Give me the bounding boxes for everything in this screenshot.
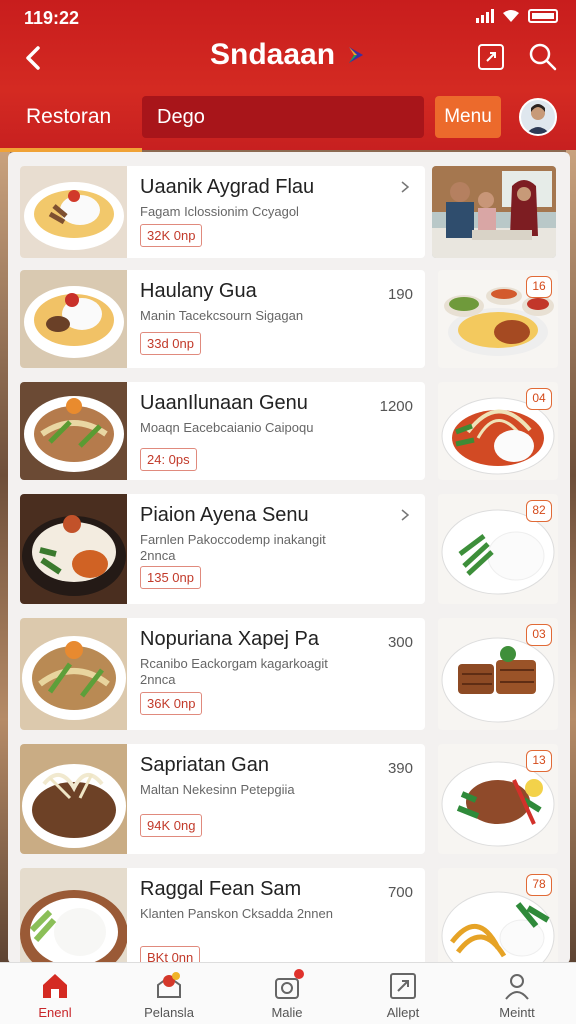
receipt-icon bbox=[388, 971, 418, 1001]
price-tag: 135 0np bbox=[140, 566, 201, 589]
chevron-right-icon[interactable] bbox=[399, 180, 411, 194]
menu-card[interactable]: Piaion Ayena Senu Farnlen Pakoccodemp in… bbox=[20, 494, 425, 604]
brand-logo-icon bbox=[349, 47, 364, 63]
share-icon[interactable] bbox=[478, 44, 504, 70]
nav-label: Allept bbox=[386, 1005, 420, 1020]
food-side-image: 04 bbox=[438, 382, 558, 480]
offer-icon bbox=[154, 971, 184, 1001]
page-title: Sndaaan bbox=[210, 38, 336, 71]
restaurant-photo bbox=[432, 166, 556, 258]
list-item: UaanIlunaan Genu Moaqn Eacebcaianio Caip… bbox=[8, 382, 570, 480]
food-thumbnail bbox=[20, 270, 127, 368]
item-name: Raggal Fean Sam bbox=[140, 878, 302, 900]
tab-restoran[interactable]: Restoran bbox=[26, 105, 111, 129]
item-badge: 04 bbox=[526, 388, 552, 410]
menu-card[interactable]: Uaanik Aygrad Flau Fagam Iclossionim Ccy… bbox=[20, 166, 425, 258]
battery-icon bbox=[528, 9, 558, 23]
item-description: Farnlen Pakoccodemp inakangit 2nnca bbox=[140, 532, 326, 563]
nav-receipt[interactable]: Allept bbox=[358, 971, 448, 1020]
menu-button[interactable]: Menu bbox=[435, 96, 501, 138]
food-side-image: 16 bbox=[438, 270, 558, 368]
status-bar: 119:22 bbox=[0, 0, 576, 34]
menu-card[interactable]: UaanIlunaan Genu Moaqn Eacebcaianio Caip… bbox=[20, 382, 425, 480]
item-description: Fagam Iclossionim Ccyagol bbox=[140, 204, 299, 219]
bottom-nav: Enenl Pelansla Malie Allept Meintt bbox=[0, 962, 576, 1024]
signal-icon bbox=[476, 9, 494, 23]
nav-label: Malie bbox=[271, 1005, 303, 1020]
item-count: 300 bbox=[387, 634, 413, 651]
item-badge: 82 bbox=[526, 500, 552, 522]
item-name: Piaion Ayena Senu bbox=[140, 504, 309, 526]
nav-offers[interactable]: Pelansla bbox=[124, 971, 214, 1020]
item-description: Manin Tacekcsourn Sigagan bbox=[140, 308, 304, 323]
nav-label: Pelansla bbox=[144, 1005, 194, 1020]
menu-list: Uaanik Aygrad Flau Fagam Iclossionim Ccy… bbox=[8, 152, 570, 964]
search-input[interactable] bbox=[142, 96, 424, 138]
wifi-icon bbox=[502, 9, 520, 23]
menu-card[interactable]: Haulany Gua Manin Tacekcsourn Sigagan 33… bbox=[20, 270, 425, 368]
item-description: Maltan Nekesinn Petepgiia bbox=[140, 782, 295, 797]
food-side-image: 13 bbox=[438, 744, 558, 854]
item-count: 700 bbox=[387, 884, 413, 901]
item-name: UaanIlunaan Genu bbox=[140, 392, 308, 414]
price-tag: 94K 0ng bbox=[140, 814, 203, 837]
status-icons bbox=[476, 9, 558, 23]
food-thumbnail bbox=[20, 744, 127, 854]
search-icon[interactable] bbox=[528, 42, 558, 72]
back-arrow-icon[interactable] bbox=[20, 42, 48, 74]
food-side-image: 78 bbox=[438, 868, 558, 964]
menu-card[interactable]: Sapriatan Gan Maltan Nekesinn Petepgiia … bbox=[20, 744, 425, 854]
item-count: 390 bbox=[387, 760, 413, 777]
item-count: 190 bbox=[387, 286, 413, 303]
food-thumbnail bbox=[20, 382, 127, 480]
list-item: Sapriatan Gan Maltan Nekesinn Petepgiia … bbox=[8, 744, 570, 854]
avatar[interactable] bbox=[519, 98, 557, 136]
food-thumbnail bbox=[20, 166, 127, 258]
home-icon bbox=[40, 971, 70, 1001]
nav-label: Meintt bbox=[499, 1005, 535, 1020]
item-badge: 13 bbox=[526, 750, 552, 772]
search-box[interactable] bbox=[142, 96, 424, 138]
food-side-image: 03 bbox=[438, 618, 558, 730]
food-thumbnail bbox=[20, 618, 127, 730]
nav-home[interactable]: Enenl bbox=[10, 971, 100, 1020]
chevron-right-icon[interactable] bbox=[399, 508, 411, 522]
price-tag: 32K 0np bbox=[140, 224, 203, 247]
title-wrap: Sndaaan bbox=[210, 38, 367, 72]
item-name: Haulany Gua bbox=[140, 280, 257, 302]
list-item: Raggal Fean Sam Klanten Panskon Cksadda … bbox=[8, 868, 570, 964]
item-count: 1200 bbox=[379, 398, 413, 415]
item-description: Klanten Panskon Cksadda 2nnen bbox=[140, 906, 333, 921]
price-tag: 36K 0np bbox=[140, 692, 203, 715]
profile-icon bbox=[502, 971, 532, 1001]
nav-row: Sndaaan bbox=[0, 34, 576, 82]
item-name: Nopuriana Xapej Pa bbox=[140, 628, 320, 650]
list-item: Uaanik Aygrad Flau Fagam Iclossionim Ccy… bbox=[8, 166, 570, 258]
list-item: Piaion Ayena Senu Farnlen Pakoccodemp in… bbox=[8, 494, 570, 604]
nav-profile[interactable]: Meintt bbox=[472, 971, 562, 1020]
item-name: Sapriatan Gan bbox=[140, 754, 269, 776]
price-tag: 24: 0ps bbox=[140, 448, 197, 471]
app-header: 119:22 Sndaaan Restoran Dego Menu bbox=[0, 0, 576, 152]
price-tag: 33d 0np bbox=[140, 332, 201, 355]
item-badge: 03 bbox=[526, 624, 552, 646]
toolbar: Restoran Menu bbox=[0, 94, 576, 152]
notification-dot bbox=[294, 969, 304, 979]
menu-card[interactable]: Raggal Fean Sam Klanten Panskon Cksadda … bbox=[20, 868, 425, 964]
item-name: Uaanik Aygrad Flau bbox=[140, 176, 315, 198]
item-description: Moaqn Eacebcaianio Caipoqu bbox=[140, 420, 314, 435]
menu-card[interactable]: Nopuriana Xapej Pa Rcanibo Eackorgam kag… bbox=[20, 618, 425, 730]
food-thumbnail bbox=[20, 868, 127, 964]
food-side-image: 82 bbox=[438, 494, 558, 604]
status-time: 119:22 bbox=[24, 8, 80, 28]
nav-bag[interactable]: Malie bbox=[242, 969, 332, 1020]
item-description: Rcanibo Eackorgam kagarkoagit 2nnca bbox=[140, 656, 328, 687]
item-badge: 78 bbox=[526, 874, 552, 896]
bag-icon bbox=[272, 969, 304, 1001]
food-thumbnail bbox=[20, 494, 127, 604]
nav-label: Enenl bbox=[38, 1005, 72, 1020]
item-badge: 16 bbox=[526, 276, 552, 298]
list-item: Haulany Gua Manin Tacekcsourn Sigagan 33… bbox=[8, 270, 570, 368]
list-item: Nopuriana Xapej Pa Rcanibo Eackorgam kag… bbox=[8, 618, 570, 730]
